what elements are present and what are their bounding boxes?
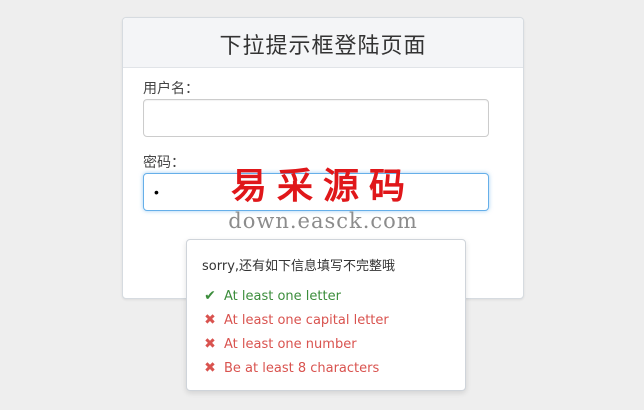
rule-item: ✖ At least one capital letter xyxy=(202,308,389,332)
rule-item: ✖ At least one number xyxy=(202,332,389,356)
page-title: 下拉提示框登陆页面 xyxy=(219,34,427,59)
cross-icon: ✖ xyxy=(204,360,216,376)
popover-title: sorry,还有如下信息填写不完整哦 xyxy=(202,259,396,274)
username-label: 用户名： xyxy=(143,81,199,97)
password-label: 密码： xyxy=(143,155,185,171)
cross-icon: ✖ xyxy=(204,312,216,328)
rule-label: Be at least 8 characters xyxy=(224,360,380,376)
login-page: 下拉提示框登陆页面 用户名： 密码： 易采源码 down.easck.com s… xyxy=(0,0,644,410)
password-requirements-popover: sorry,还有如下信息填写不完整哦 ✔ At least one letter… xyxy=(186,239,466,391)
rule-label: At least one capital letter xyxy=(224,312,389,328)
password-input[interactable] xyxy=(143,173,489,211)
username-input[interactable] xyxy=(143,99,489,137)
card-header: 下拉提示框登陆页面 xyxy=(123,18,523,68)
rule-label: At least one letter xyxy=(224,288,341,304)
cross-icon: ✖ xyxy=(204,336,216,352)
rule-label: At least one number xyxy=(224,336,357,352)
checkmark-icon: ✔ xyxy=(204,288,216,304)
rule-item: ✖ Be at least 8 characters xyxy=(202,356,389,380)
rule-item: ✔ At least one letter xyxy=(202,284,389,308)
rule-list: ✔ At least one letter ✖ At least one cap… xyxy=(202,284,389,380)
